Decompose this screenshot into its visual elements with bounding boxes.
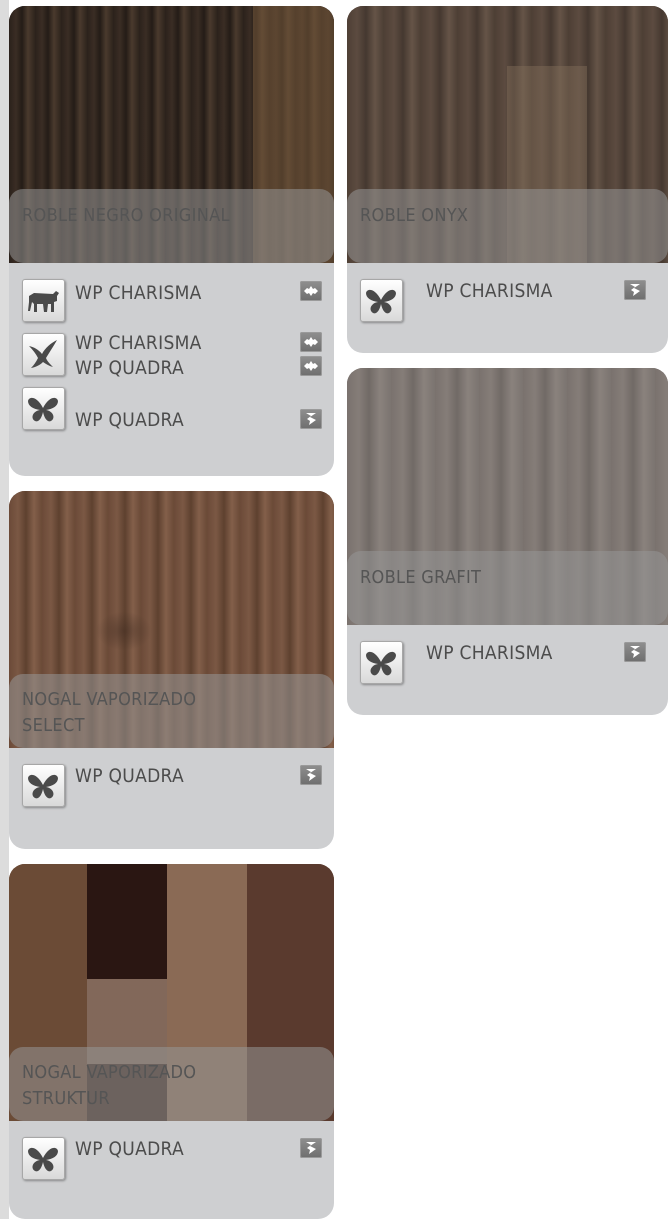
product-name: ROBLE GRAFIT [347,551,668,625]
zigzag-icon [300,1138,322,1158]
butterfly-icon[interactable] [22,1137,65,1180]
zigzag-icon [300,765,322,785]
page-left-strip [0,0,9,1219]
product-name: ROBLE NEGRO ORIGINAL [9,189,334,263]
product-name: ROBLE ONYX [347,189,668,263]
finish-row: WP QUADRA [22,1137,322,1182]
product-card-nogal-vaporizado-struktur[interactable]: NOGAL VAPORIZADO STRUKTUR WP QUADRA [9,864,334,1219]
finish-row: WP CHARISMA [22,279,322,324]
zigzag-icon [624,280,646,300]
product-card-nogal-vaporizado-select[interactable]: NOGAL VAPORIZADO SELECT WP QUADRA [9,491,334,849]
product-card-roble-negro-original[interactable]: ROBLE NEGRO ORIGINAL WP CHARISMA WP CHAR… [9,6,334,476]
product-card-roble-grafit[interactable]: ROBLE GRAFIT WP CHARISMA [347,368,668,715]
bull-icon[interactable] [22,279,65,322]
finish-label: WP QUADRA [75,409,184,431]
product-name: NOGAL VAPORIZADO STRUKTUR [9,1047,334,1121]
finish-label: WP CHARISMA [426,280,553,302]
finish-row: WP CHARISMA [360,279,656,324]
leaf-icon [300,332,322,352]
finish-label: WP CHARISMA [75,282,202,304]
eagle-icon[interactable] [22,333,65,376]
finish-label: WP QUADRA [75,1138,184,1160]
butterfly-icon[interactable] [22,764,65,807]
finish-row: WP QUADRA [22,387,322,432]
product-card-roble-onyx[interactable]: ROBLE ONYX WP CHARISMA [347,6,668,353]
zigzag-icon [300,409,322,429]
leaf-icon [300,356,322,376]
butterfly-icon[interactable] [360,641,403,684]
finish-label: WP QUADRA [75,765,184,787]
finish-label: WP CHARISMA [426,642,553,664]
zigzag-icon [624,642,646,662]
product-name: NOGAL VAPORIZADO SELECT [9,674,334,748]
butterfly-icon[interactable] [360,279,403,322]
finish-row: WP CHARISMA [360,641,656,686]
finish-label: WP QUADRA [75,357,184,379]
leaf-icon [300,281,322,301]
finish-row: WP QUADRA [22,764,322,809]
butterfly-icon[interactable] [22,387,65,430]
finish-row: WP CHARISMA WP QUADRA [22,332,322,382]
finish-label: WP CHARISMA [75,332,202,354]
